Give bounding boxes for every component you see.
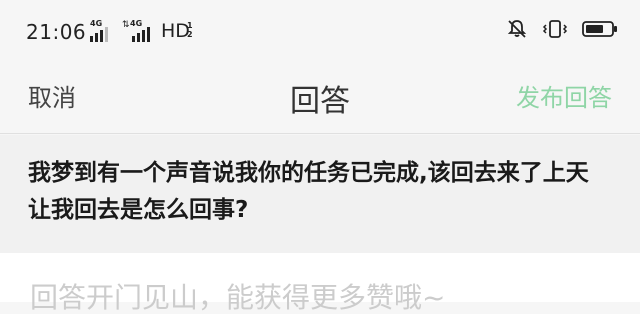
- answer-area[interactable]: [0, 253, 640, 314]
- vibrate-icon: [542, 18, 568, 44]
- status-time: 21:06: [26, 20, 87, 44]
- hd-sub-indicator: 1 2: [187, 21, 193, 39]
- signal-icon: 4G ⇅: [122, 20, 150, 42]
- battery-icon: [582, 18, 618, 44]
- mute-icon: [506, 18, 528, 44]
- answer-input[interactable]: [30, 281, 610, 314]
- status-bar: 21:06 4G 4G ⇅ HD 1 2: [0, 0, 640, 62]
- question-text: 我梦到有一个声音说我你的任务已完成,该回去来了上天让我回去是怎么回事?: [0, 135, 640, 253]
- hd-voice-indicator: HD: [161, 20, 190, 42]
- publish-answer-button[interactable]: 发布回答: [516, 78, 612, 113]
- signal-icon: 4G: [90, 20, 108, 42]
- header-bar: 取消 回答 发布回答: [0, 62, 640, 134]
